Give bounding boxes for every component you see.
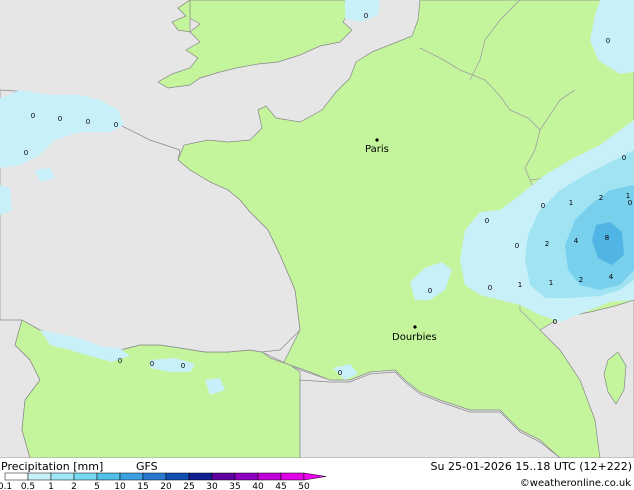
precip-value: 0: [515, 242, 519, 250]
legend-color-swatch: [50, 472, 75, 481]
precip-value: 2: [599, 194, 603, 202]
legend-tick-label: 0.1: [0, 482, 12, 490]
legend-tick-label: 15: [137, 482, 148, 490]
precip-value: 0: [114, 121, 118, 129]
precip-value: 0: [428, 287, 432, 295]
legend-title: Precipitation [mm]: [1, 460, 103, 473]
precip-value: 0: [541, 202, 545, 210]
legend-tick-labels: 0.1 0.5 1 2 5 10 15 20 25 30 35 40 45 50: [0, 482, 310, 490]
precip-value: 4: [609, 273, 614, 281]
precip-value: 0: [24, 149, 28, 157]
legend-tick-label: 1: [48, 482, 54, 490]
legend-color-swatch: [73, 472, 98, 481]
legend-tick-label: 0.5: [21, 482, 35, 490]
precip-value: 0: [58, 115, 62, 123]
legend-color-swatch: [142, 472, 167, 481]
precip-value: 0: [118, 357, 122, 365]
legend-tick-label: 40: [252, 482, 264, 490]
legend-tick-label: 30: [206, 482, 218, 490]
precip-value: 0: [338, 369, 342, 377]
legend-color-swatch: [27, 472, 52, 481]
legend-arrow: [303, 472, 327, 481]
legend-color-swatch: [211, 472, 236, 481]
precip-value: 0: [31, 112, 35, 120]
city-dot-paris: [375, 138, 379, 142]
legend-color-swatch: [96, 472, 121, 481]
precip-value: 0: [86, 118, 90, 126]
legend-color-swatch: [119, 472, 144, 481]
precip-value: 0: [364, 12, 368, 20]
legend-tick-label: 2: [71, 482, 77, 490]
precip-value: 1: [569, 199, 573, 207]
precip-value: 0: [181, 362, 185, 370]
legend-bar: Precipitation [mm] GFS Su 25-01-2026 15.…: [0, 458, 634, 490]
legend-datetime: Su 25-01-2026 15..18 UTC (12+222): [431, 460, 632, 473]
precip-value: 0: [553, 318, 557, 326]
legend-tick-label: 35: [229, 482, 240, 490]
legend-color-swatch: [280, 472, 305, 481]
legend-tick-label: 25: [183, 482, 194, 490]
city-label-dourbies: Dourbies: [392, 332, 437, 343]
legend-color-swatch: [188, 472, 213, 481]
legend-color-swatch: [234, 472, 259, 481]
legend-color-swatch: [257, 472, 282, 481]
precip-value: 2: [579, 276, 583, 284]
precip-value: 0: [150, 360, 154, 368]
precip-value: 1: [518, 281, 522, 289]
precip-value: 0: [606, 37, 610, 45]
legend-tick-label: 50: [298, 482, 310, 490]
precip-value: 0: [485, 217, 489, 225]
city-dot-dourbies: [413, 325, 417, 329]
legend-tick-label: 20: [160, 482, 172, 490]
precip-value: 2: [545, 240, 549, 248]
precipitation-map: 0 0 0 0 0 0 0 0 0 0 0 0 0 0 0 0 0 1 2 1 …: [0, 0, 634, 458]
precip-value: 8: [605, 234, 609, 242]
legend-color-swatch: [165, 472, 190, 481]
legend-tick-label: 45: [275, 482, 286, 490]
legend-credit: ©weatheronline.co.uk: [520, 478, 631, 489]
legend-tick-label: 10: [114, 482, 126, 490]
legend-tick-label: 5: [94, 482, 100, 490]
precip-value: 0: [622, 154, 626, 162]
precip-value: 1: [549, 279, 553, 287]
legend-color-swatch: [4, 472, 29, 481]
precip-value: 4: [574, 237, 579, 245]
precip-value: 0: [488, 284, 492, 292]
legend-color-scale: [4, 472, 327, 481]
precip-value: 0: [628, 199, 632, 207]
legend-model: GFS: [136, 460, 158, 473]
city-label-paris: Paris: [365, 144, 389, 155]
